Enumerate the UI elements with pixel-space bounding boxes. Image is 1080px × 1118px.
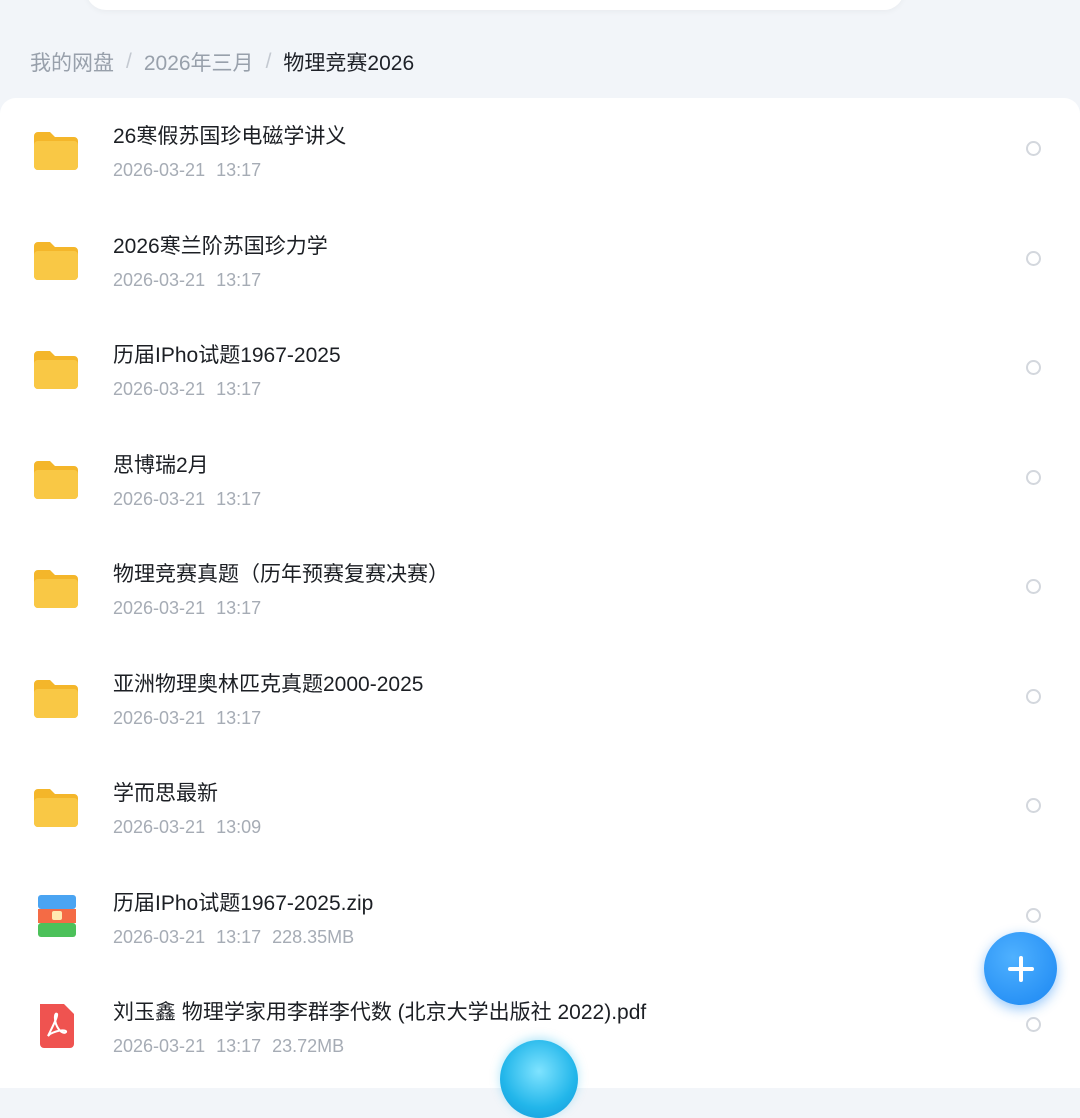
file-meta: 2026-03-21 13:17 (113, 270, 272, 291)
file-meta: 2026-03-21 13:17 (113, 598, 272, 619)
folder-icon (32, 676, 80, 720)
select-radio[interactable] (1026, 688, 1041, 704)
file-size: 23.72MB (272, 1036, 345, 1056)
select-radio[interactable] (1026, 250, 1041, 266)
folder-icon (32, 128, 80, 172)
file-meta: 2026-03-21 13:17 (113, 379, 272, 400)
file-meta: 2026-03-21 13:17 (113, 489, 272, 510)
search-bar[interactable] (86, 0, 904, 10)
file-row[interactable]: 学而思最新 2026-03-21 13:09 (0, 755, 1080, 865)
add-button[interactable] (984, 932, 1057, 1005)
file-meta: 2026-03-21 13:17 23.72MB (113, 1036, 355, 1057)
select-radio[interactable] (1026, 907, 1041, 923)
file-date: 2026-03-21 (113, 707, 206, 728)
file-name: 亚洲物理奥林匹克真题2000-2025 (113, 672, 424, 696)
file-time: 13:17 (216, 488, 262, 509)
file-date: 2026-03-21 (113, 817, 206, 837)
file-time: 13:17 (216, 269, 262, 290)
file-date: 2026-03-21 (113, 160, 206, 180)
file-time: 13:17 (216, 926, 262, 947)
file-date: 2026-03-21 (113, 926, 206, 947)
file-date: 2026-03-21 (113, 1036, 206, 1056)
file-time: 13:17 (216, 598, 262, 618)
breadcrumb-parent[interactable]: 2026年三月 (144, 47, 254, 77)
select-radio[interactable] (1026, 469, 1041, 485)
breadcrumb: 我的网盘 / 2026年三月 / 物理竞赛2026 (30, 44, 414, 80)
file-row[interactable]: 思博瑞2月 2026-03-21 13:17 (0, 427, 1080, 537)
file-meta: 2026-03-21 13:09 (113, 817, 272, 838)
file-name: 历届IPho试题1967-2025.zip (113, 891, 374, 915)
select-radio[interactable] (1026, 1017, 1041, 1032)
file-row[interactable]: 历届IPho试题1967-2025 2026-03-21 13:17 (0, 317, 1080, 427)
plus-icon (1007, 955, 1034, 982)
file-date: 2026-03-21 (113, 598, 206, 618)
file-time: 13:17 (216, 1036, 262, 1056)
zip-archive-icon (32, 894, 80, 939)
file-name: 历届IPho试题1967-2025 (113, 344, 341, 367)
file-meta: 2026-03-21 13:17 (113, 160, 272, 181)
file-name: 26寒假苏国珍电磁学讲义 (113, 125, 347, 148)
folder-icon (32, 566, 80, 610)
folder-icon (32, 347, 80, 391)
file-date: 2026-03-21 (113, 269, 206, 290)
breadcrumb-root[interactable]: 我的网盘 (30, 47, 114, 77)
folder-icon (32, 238, 80, 282)
file-row[interactable]: 历届IPho试题1967-2025.zip 2026-03-21 13:17 228.… (0, 865, 1080, 975)
file-row[interactable]: 物理竞赛真题（历年预赛复赛决赛） 2026-03-21 13:17 (0, 536, 1080, 646)
file-list-panel: 26寒假苏国珍电磁学讲义 2026-03-21 13:17 2026寒兰阶苏国珍力学 2… (0, 98, 1080, 1088)
file-list: 26寒假苏国珍电磁学讲义 2026-03-21 13:17 2026寒兰阶苏国珍力学 2… (0, 98, 1080, 1084)
select-radio[interactable] (1026, 579, 1041, 594)
file-meta: 2026-03-21 13:17 (113, 708, 272, 729)
file-time: 13:17 (216, 707, 262, 728)
file-name: 2026寒兰阶苏国珍力学 (113, 234, 328, 258)
file-name: 学而思最新 (113, 782, 218, 805)
breadcrumb-separator: / (265, 50, 272, 73)
file-row[interactable]: 26寒假苏国珍电磁学讲义 2026-03-21 13:17 (0, 98, 1080, 208)
file-meta: 2026-03-21 13:17 228.35MB (113, 927, 365, 948)
select-radio[interactable] (1026, 798, 1041, 813)
breadcrumb-separator: / (126, 50, 132, 73)
assistant-orb-button[interactable] (500, 1040, 578, 1118)
file-name: 刘玉鑫 物理学家用李群李代数 (北京大学出版社 2022).pdf (113, 1001, 647, 1024)
select-radio[interactable] (1026, 141, 1041, 156)
pdf-icon (32, 1004, 80, 1048)
file-date: 2026-03-21 (113, 488, 206, 509)
file-row[interactable]: 亚洲物理奥林匹克真题2000-2025 2026-03-21 13:17 (0, 646, 1080, 756)
file-time: 13:17 (216, 379, 262, 399)
file-time: 13:09 (216, 817, 262, 837)
file-date: 2026-03-21 (113, 379, 206, 399)
file-time: 13:17 (216, 160, 262, 180)
file-row[interactable]: 2026寒兰阶苏国珍力学 2026-03-21 13:17 (0, 208, 1080, 318)
file-size: 228.35MB (272, 926, 355, 947)
breadcrumb-current: 物理竞赛2026 (283, 52, 415, 75)
folder-icon (32, 785, 80, 829)
folder-icon (32, 457, 80, 501)
select-radio[interactable] (1026, 360, 1041, 375)
file-name: 思博瑞2月 (113, 453, 209, 477)
file-name: 物理竞赛真题（历年预赛复赛决赛） (113, 563, 449, 586)
